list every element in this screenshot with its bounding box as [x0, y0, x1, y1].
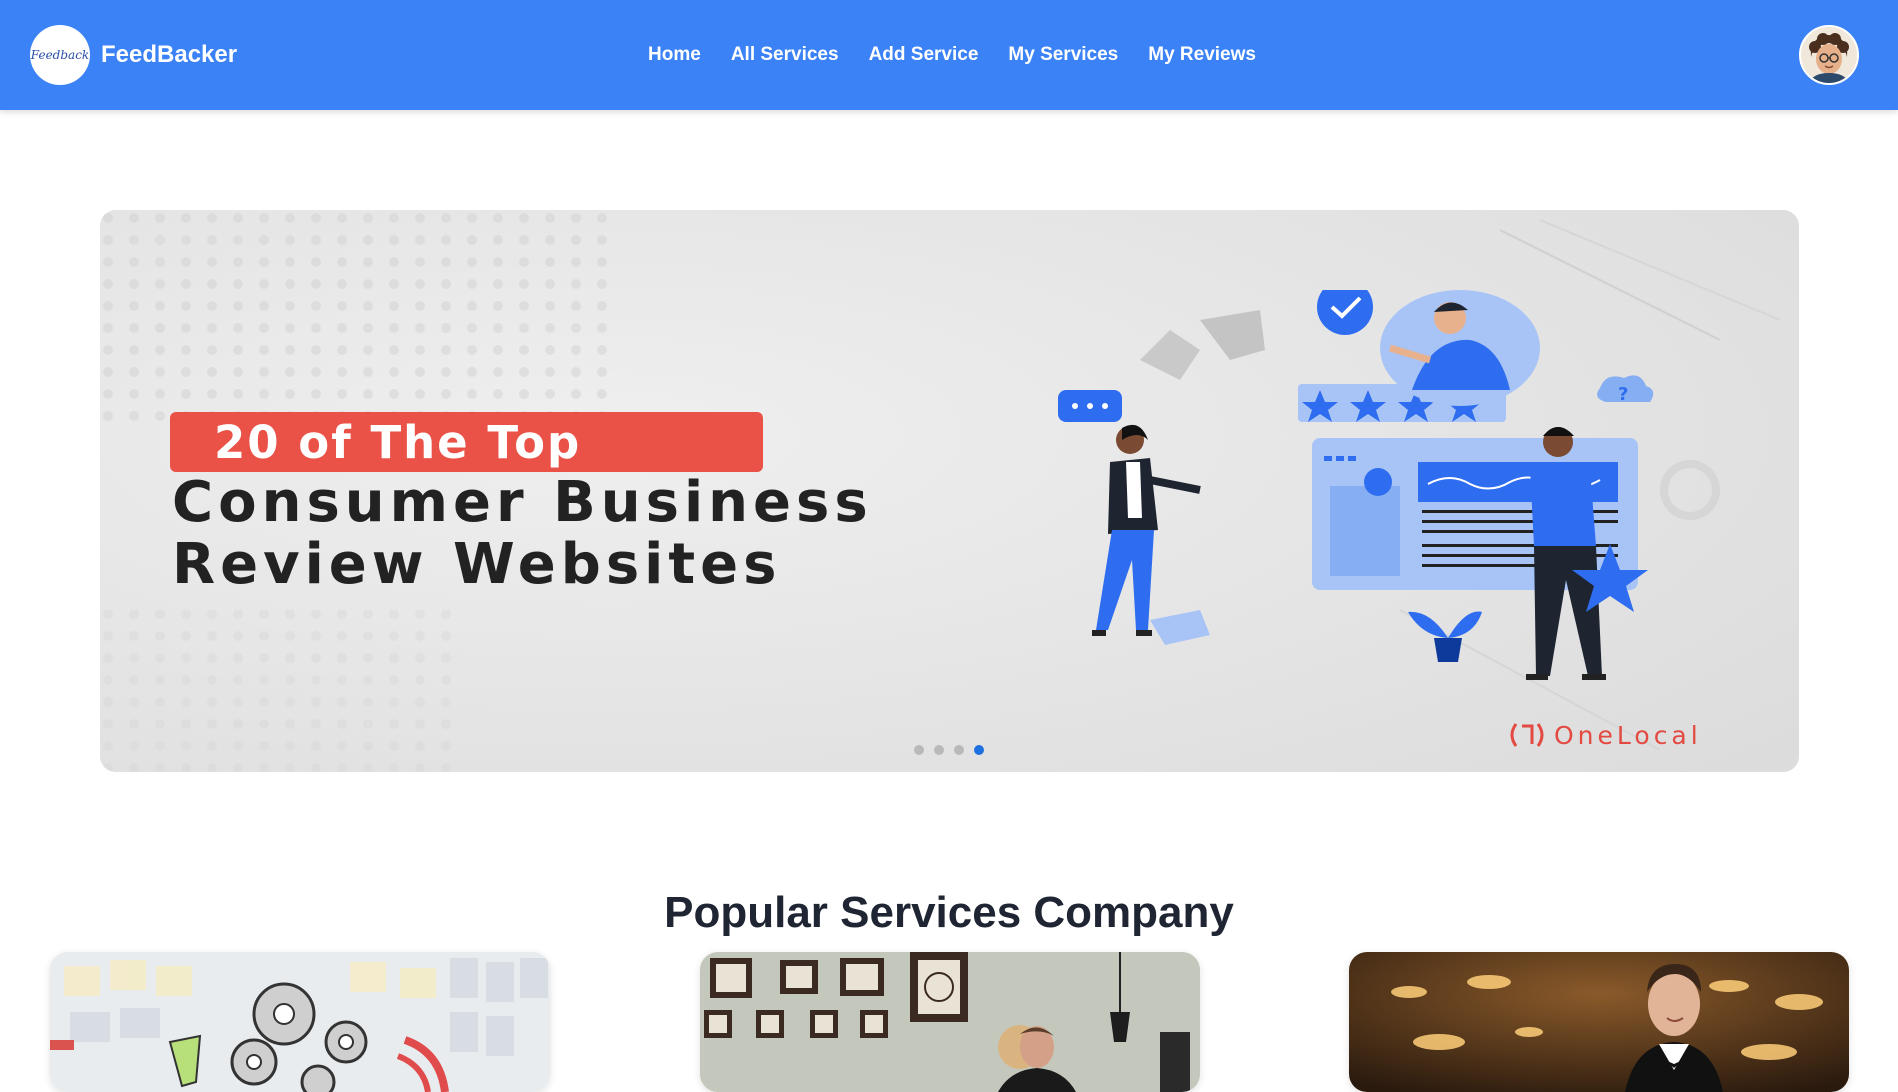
hero-brand: OneLocal [1508, 720, 1702, 750]
man-in-room-with-frames-image [700, 952, 1200, 1092]
service-card-1[interactable] [50, 952, 550, 1092]
hero-tag-text: 20 of The Top [214, 415, 582, 469]
hero-title: Consumer Business Review Websites [172, 472, 873, 596]
main-nav: Home All Services Add Service My Service… [0, 0, 1898, 110]
carousel-dot-4[interactable] [974, 745, 984, 755]
carousel-indicators [914, 745, 984, 755]
user-avatar-icon[interactable] [1799, 25, 1859, 85]
nav-my-services[interactable]: My Services [1008, 44, 1118, 66]
carousel-dot-3[interactable] [954, 745, 964, 755]
onelocal-logo-icon [1510, 723, 1544, 747]
service-card-2[interactable] [700, 952, 1200, 1092]
hero-tag: 20 of The Top [170, 412, 763, 472]
carousel-dot-2[interactable] [934, 745, 944, 755]
gears-sticky-notes-image [50, 952, 550, 1092]
section-title: Popular Services Company [664, 888, 1234, 937]
nav-home[interactable]: Home [648, 44, 701, 66]
service-card-3[interactable] [1349, 952, 1849, 1092]
hero-carousel[interactable]: 20 of The Top Consumer Business Review W… [100, 210, 1799, 772]
navbar: Feedback FeedBacker Home All Services Ad… [0, 0, 1898, 110]
hero-title-line2: Review Websites [172, 532, 782, 597]
nav-all-services[interactable]: All Services [731, 44, 839, 66]
waiter-in-restaurant-image [1349, 952, 1849, 1092]
hero-brand-text: OneLocal [1554, 720, 1702, 750]
nav-add-service[interactable]: Add Service [869, 44, 979, 66]
review-illustration: ? [1058, 290, 1720, 680]
nav-my-reviews[interactable]: My Reviews [1148, 44, 1256, 66]
hero-title-line1: Consumer Business [172, 470, 873, 535]
carousel-dot-1[interactable] [914, 745, 924, 755]
svg-text:?: ? [1618, 384, 1628, 405]
